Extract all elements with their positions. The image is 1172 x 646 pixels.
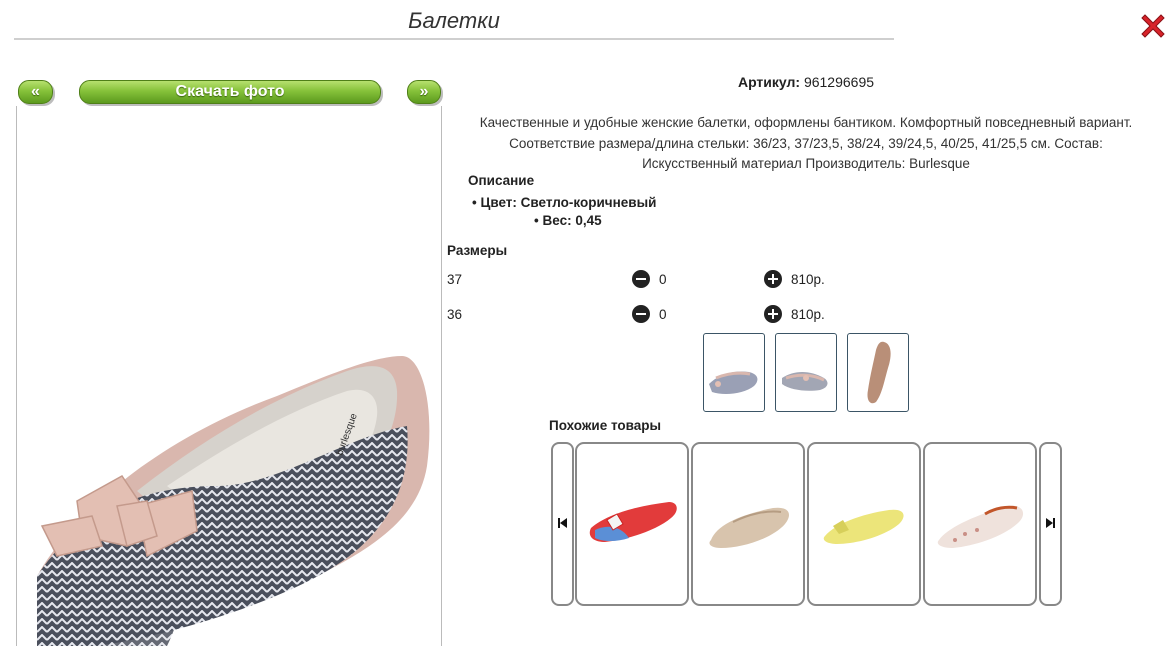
photo-thumbnail-2[interactable]	[775, 333, 837, 412]
increase-quantity-button[interactable]	[764, 270, 782, 288]
close-icon[interactable]	[1138, 11, 1168, 41]
minus-icon	[632, 305, 650, 323]
article-value: 961296695	[803, 74, 875, 90]
decrease-quantity-button[interactable]	[632, 270, 650, 288]
article-line: Артикул: 961296695	[446, 74, 1166, 90]
decrease-quantity-button[interactable]	[632, 305, 650, 323]
similar-product-4[interactable]	[923, 442, 1037, 606]
plus-icon	[764, 270, 782, 288]
page-title: Балетки	[408, 8, 500, 33]
download-photo-button[interactable]: Скачать фото	[79, 80, 381, 104]
skip-forward-icon	[1046, 518, 1055, 528]
photo-thumbnail-1[interactable]	[703, 333, 765, 412]
size-value: 37	[447, 272, 463, 287]
description-heading: Описание	[468, 173, 535, 188]
description-line: Качественные и удобные женские балетки, …	[479, 115, 1133, 130]
minus-icon	[632, 270, 650, 288]
similar-product-3[interactable]	[807, 442, 921, 606]
description-line: Соответствие размера/длина стельки: 36/2…	[509, 135, 1103, 151]
color-bullet: • Цвет: Светло-коричневый	[472, 195, 657, 210]
description-line: Искусственный материал Производитель: Bu…	[642, 156, 970, 171]
similar-product-2[interactable]	[691, 442, 805, 606]
size-row: 37 0 810р.	[447, 270, 867, 290]
weight-text: Вес: 0,45	[542, 213, 602, 228]
main-product-photo: burlesque	[16, 106, 442, 646]
carousel-next-button[interactable]	[1039, 442, 1062, 606]
size-value: 36	[447, 307, 463, 322]
article-label: Артикул:	[737, 74, 801, 90]
carousel-prev-button[interactable]	[551, 442, 574, 606]
price-value: 810р.	[791, 307, 825, 322]
similar-product-1[interactable]	[575, 442, 689, 606]
next-photo-button[interactable]: »	[407, 80, 441, 104]
title-divider	[14, 38, 894, 40]
similar-products-heading: Похожие товары	[549, 418, 662, 433]
color-text: Цвет: Светло-коричневый	[480, 195, 657, 210]
photo-thumbnail-3[interactable]	[847, 333, 909, 412]
weight-bullet: • Вес: 0,45	[534, 213, 602, 228]
price-value: 810р.	[791, 272, 825, 287]
sizes-heading: Размеры	[447, 243, 508, 258]
skip-back-icon	[558, 518, 567, 528]
quantity-value: 0	[659, 272, 667, 287]
product-description: Качественные и удобные женские балетки, …	[446, 113, 1166, 175]
prev-photo-button[interactable]: «	[18, 80, 53, 104]
plus-icon	[764, 305, 782, 323]
size-row: 36 0 810р.	[447, 305, 867, 325]
increase-quantity-button[interactable]	[764, 305, 782, 323]
quantity-value: 0	[659, 307, 667, 322]
